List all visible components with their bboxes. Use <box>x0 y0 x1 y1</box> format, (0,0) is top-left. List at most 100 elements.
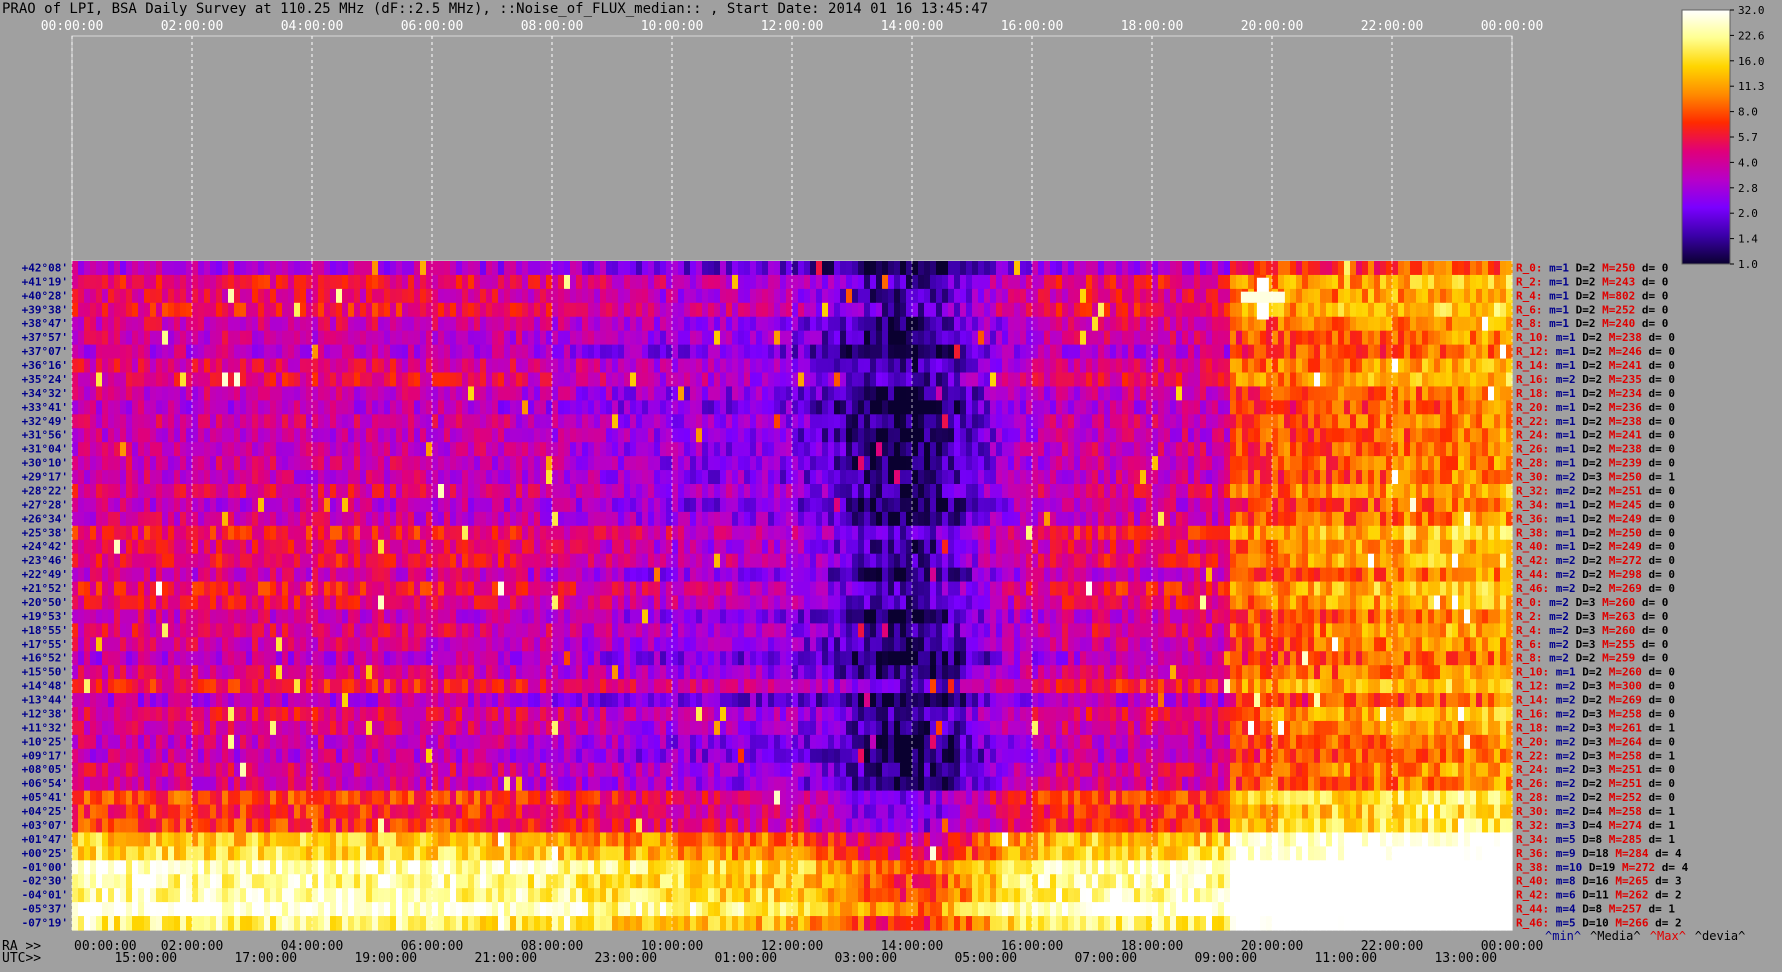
heatmap-cell <box>1074 358 1081 374</box>
heatmap-cell <box>318 274 325 290</box>
heatmap-cell <box>1014 372 1021 388</box>
heatmap-cell <box>246 316 253 332</box>
heatmap-cell <box>138 456 145 471</box>
heatmap-cell <box>1242 330 1249 346</box>
heatmap-cell <box>1434 316 1441 332</box>
heatmap-cell <box>582 470 589 485</box>
heatmap-cell <box>768 414 775 429</box>
heatmap-cell <box>228 316 235 332</box>
heatmap-cell <box>618 386 625 401</box>
heatmap-cell <box>498 386 505 401</box>
heatmap-cell <box>1140 484 1147 499</box>
heatmap-cell <box>360 261 367 276</box>
heatmap-cell <box>1302 261 1309 276</box>
heatmap-cell <box>972 386 979 401</box>
heatmap-cell <box>1008 400 1015 415</box>
heatmap-cell <box>888 372 895 388</box>
heatmap-cell <box>1356 511 1363 527</box>
heatmap-cell <box>1056 428 1063 443</box>
heatmap-cell <box>834 497 841 513</box>
heatmap-cell <box>360 400 367 415</box>
heatmap-cell <box>516 414 523 429</box>
heatmap-cell <box>822 274 829 290</box>
heatmap-cell <box>816 511 823 527</box>
heatmap-cell <box>294 372 301 388</box>
heatmap-cell <box>216 316 223 332</box>
heatmap-cell <box>1020 428 1027 443</box>
heatmap-cell <box>558 261 565 276</box>
heatmap-cell <box>1128 484 1135 499</box>
heatmap-cell <box>600 497 607 513</box>
heatmap-cell <box>1488 456 1495 471</box>
heatmap-cell <box>216 274 223 290</box>
heatmap-cell <box>180 274 187 290</box>
heatmap-cell <box>804 497 811 513</box>
heatmap-cell <box>414 316 421 332</box>
heatmap-cell <box>264 414 271 429</box>
heatmap-cell <box>1074 316 1081 332</box>
heatmap-cell <box>882 344 889 360</box>
heatmap-cell <box>660 344 667 360</box>
heatmap-cell <box>396 330 403 346</box>
heatmap-cell <box>1140 428 1147 443</box>
heatmap-cell <box>402 414 409 429</box>
heatmap-cell <box>612 539 619 555</box>
heatmap-cell <box>708 288 715 304</box>
heatmap-cell <box>1032 330 1039 346</box>
heatmap-cell <box>936 414 943 429</box>
heatmap-cell <box>456 414 463 429</box>
heatmap-cell <box>522 330 529 346</box>
heatmap-cell <box>1056 525 1063 541</box>
heatmap-cell <box>1104 511 1111 527</box>
heatmap-cell <box>738 497 745 513</box>
heatmap-cell <box>1074 386 1081 401</box>
heatmap-cell <box>1098 288 1105 304</box>
heatmap-cell <box>210 428 217 443</box>
heatmap-cell <box>384 456 391 471</box>
heatmap-cell <box>654 372 661 388</box>
heatmap-cell <box>486 400 493 415</box>
heatmap-cell <box>1500 358 1507 374</box>
heatmap-cell <box>1086 386 1093 401</box>
heatmap-cell <box>1452 414 1459 429</box>
heatmap-cell <box>192 539 199 555</box>
heatmap-cell <box>162 414 169 429</box>
heatmap-cell <box>1044 358 1051 374</box>
heatmap-cell <box>384 274 391 290</box>
heatmap-cell <box>84 288 91 304</box>
heatmap-cell <box>468 497 475 513</box>
heatmap-cell <box>78 525 85 541</box>
heatmap-cell <box>1074 470 1081 485</box>
heatmap-cell <box>960 414 967 429</box>
heatmap-cell <box>348 372 355 388</box>
heatmap-cell <box>756 316 763 332</box>
heatmap-cell <box>738 372 745 388</box>
heatmap-cell <box>726 302 733 318</box>
heatmap-cell <box>1278 302 1285 318</box>
heatmap-cell <box>708 456 715 471</box>
heatmap-cell <box>918 274 925 290</box>
heatmap-cell <box>816 344 823 360</box>
heatmap-cell <box>186 330 193 346</box>
heatmap-cell <box>804 358 811 374</box>
heatmap-cell <box>510 400 517 415</box>
heatmap-cell <box>720 400 727 415</box>
heatmap-cell <box>450 539 457 555</box>
heatmap-cell <box>792 539 799 555</box>
heatmap-cell <box>1404 274 1411 290</box>
heatmap-cell <box>1254 400 1261 415</box>
heatmap-cell <box>708 428 715 443</box>
heatmap-cell <box>228 456 235 471</box>
heatmap-cell <box>582 330 589 346</box>
heatmap-cell <box>1002 386 1009 401</box>
heatmap-cell <box>1302 330 1309 346</box>
heatmap-cell <box>324 372 331 388</box>
heatmap-cell <box>96 511 103 527</box>
heatmap-cell <box>1392 316 1399 332</box>
heatmap-cell <box>744 274 751 290</box>
heatmap-cell <box>822 497 829 513</box>
heatmap-cell <box>1410 288 1417 304</box>
heatmap-cell <box>870 428 877 443</box>
heatmap-cell <box>432 539 439 555</box>
heatmap-cell <box>618 470 625 485</box>
